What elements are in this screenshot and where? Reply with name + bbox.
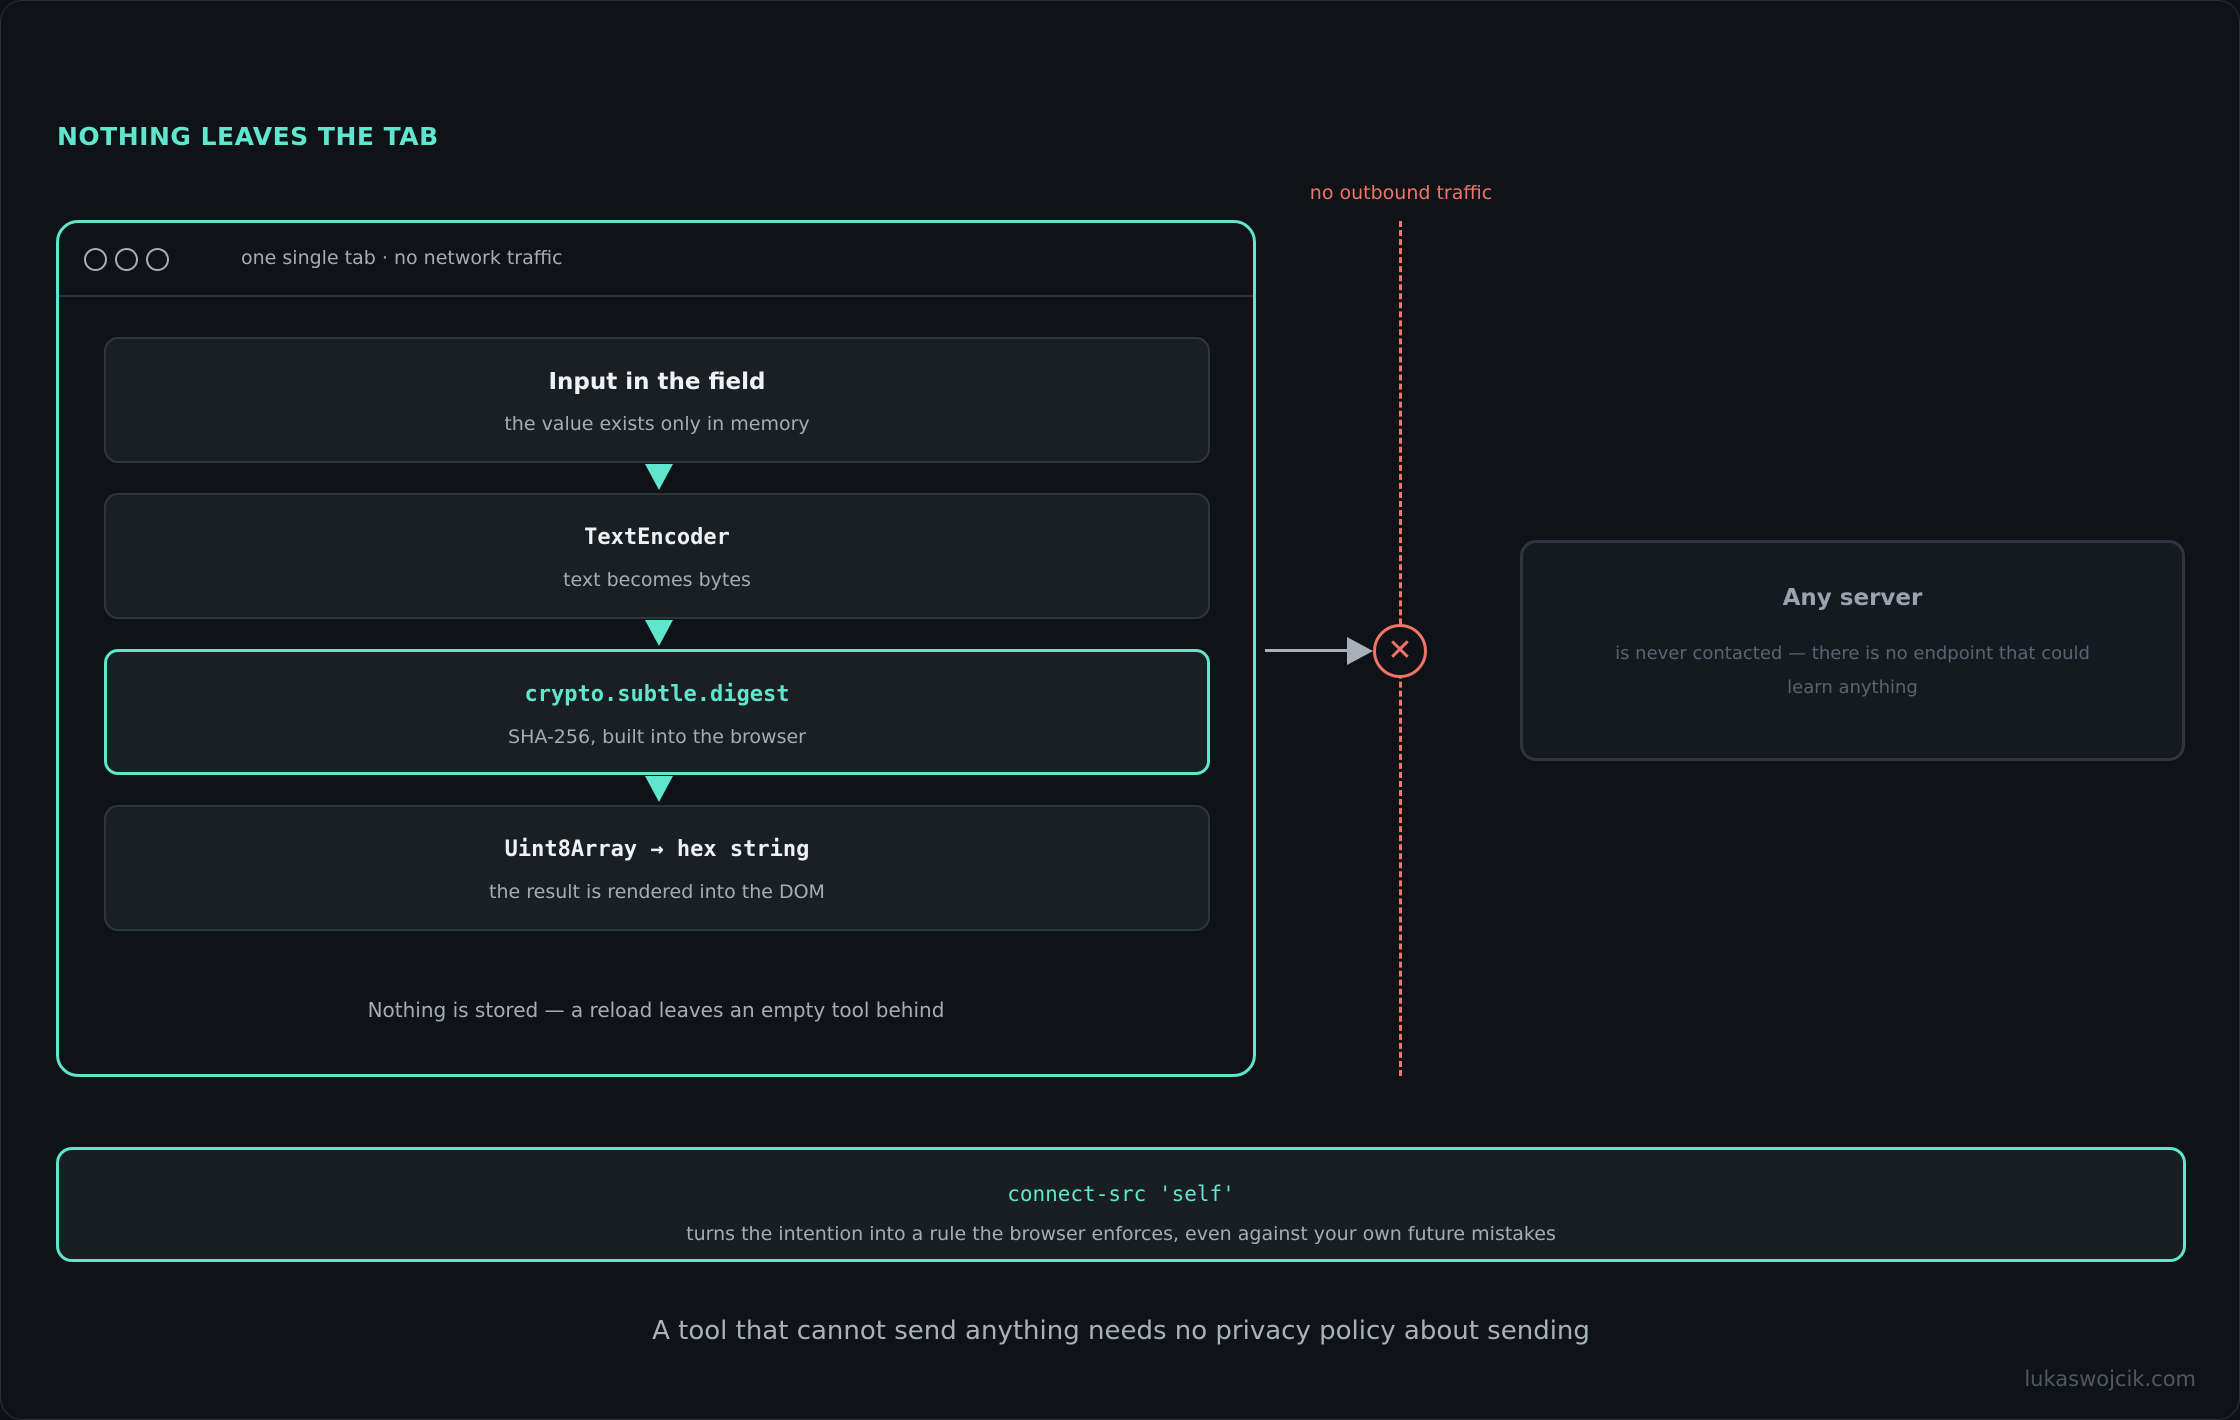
browser-title-bar: one single tab · no network traffic bbox=[59, 223, 1253, 297]
step-subtitle: text becomes bytes bbox=[563, 569, 751, 591]
step-title: Uint8Array → hex string bbox=[504, 837, 810, 862]
step-hex-output: Uint8Array → hex string the result is re… bbox=[104, 805, 1210, 931]
diagram-heading: NOTHING LEAVES THE TAB bbox=[57, 122, 439, 151]
step-title: TextEncoder bbox=[584, 525, 730, 550]
window-dot-icon bbox=[146, 248, 169, 271]
step-title: crypto.subtle.digest bbox=[524, 682, 790, 707]
server-box: Any server is never contacted — there is… bbox=[1520, 540, 2185, 761]
storage-footnote: Nothing is stored — a reload leaves an e… bbox=[367, 998, 945, 1022]
arrow-down-icon bbox=[645, 776, 673, 802]
arrow-down-icon bbox=[645, 620, 673, 646]
step-crypto-digest: crypto.subtle.digest SHA-256, built into… bbox=[104, 649, 1210, 775]
csp-description: turns the intention into a rule the brow… bbox=[686, 1223, 1556, 1245]
blocked-icon: ✕ bbox=[1373, 624, 1427, 678]
server-description: is never contacted — there is no endpoin… bbox=[1615, 643, 2090, 698]
csp-box: connect-src 'self' turns the intention i… bbox=[56, 1147, 2186, 1262]
browser-tab-window: one single tab · no network traffic Inpu… bbox=[56, 220, 1256, 1077]
csp-directive: connect-src 'self' bbox=[1007, 1182, 1235, 1206]
step-text-encoder: TextEncoder text becomes bytes bbox=[104, 493, 1210, 619]
brand-credit: lukaswojcik.com bbox=[2024, 1367, 2196, 1391]
arrow-right-icon bbox=[1347, 637, 1373, 665]
diagram-canvas: NOTHING LEAVES THE TAB one single tab · … bbox=[0, 0, 2240, 1420]
step-input-field: Input in the field the value exists only… bbox=[104, 337, 1210, 463]
window-dot-icon bbox=[115, 248, 138, 271]
window-dot-icon bbox=[84, 248, 107, 271]
step-subtitle: SHA-256, built into the browser bbox=[508, 726, 806, 748]
tagline: A tool that cannot send anything needs n… bbox=[652, 1316, 1590, 1346]
boundary-label: no outbound traffic bbox=[1309, 182, 1493, 204]
step-subtitle: the result is rendered into the DOM bbox=[489, 881, 825, 903]
step-title: Input in the field bbox=[548, 369, 766, 395]
tab-label: one single tab · no network traffic bbox=[241, 247, 563, 269]
server-title: Any server bbox=[1782, 585, 1923, 611]
step-subtitle: the value exists only in memory bbox=[504, 413, 810, 435]
arrow-down-icon bbox=[645, 464, 673, 490]
